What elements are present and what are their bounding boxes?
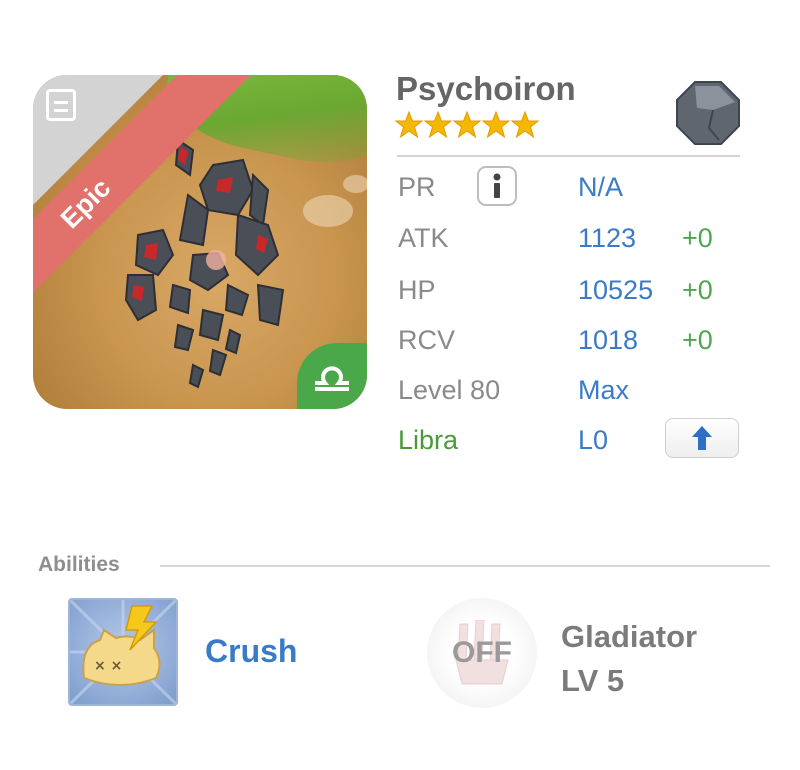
zodiac-label: Libra (398, 425, 459, 455)
rcv-value: 1018 (578, 325, 639, 355)
zodiac-level: L0 (578, 425, 609, 455)
hp-bonus: +0 (682, 275, 713, 305)
stone-element-icon (673, 78, 743, 153)
crush-ability-name[interactable]: Crush (205, 633, 297, 670)
zodiac-upgrade-button[interactable] (665, 418, 739, 458)
level-value: Max (578, 375, 630, 405)
svg-text:× ×: × × (94, 658, 122, 674)
info-icon (493, 173, 501, 198)
rcv-bonus: +0 (682, 325, 713, 355)
abilities-divider (160, 565, 770, 567)
gladiator-ability-level: LV 5 (561, 663, 625, 698)
gladiator-ability-text[interactable]: Gladiator LV 5 (561, 615, 697, 703)
level-label: Level 80 (398, 375, 501, 405)
notes-icon[interactable] (46, 89, 76, 121)
sand-spot (343, 175, 367, 193)
star-icon (394, 110, 424, 139)
info-button[interactable] (477, 166, 517, 206)
libra-icon (315, 366, 349, 391)
gladiator-ability-icon[interactable]: OFF (427, 598, 537, 708)
atk-label: ATK (398, 223, 449, 253)
crush-ability-icon[interactable]: × × (68, 598, 178, 706)
hp-label: HP (398, 275, 436, 305)
libra-badge (297, 343, 367, 409)
hp-value: 10525 (578, 275, 654, 305)
monster-portrait[interactable]: Epic (33, 75, 367, 409)
sand-spot (303, 195, 353, 227)
atk-value: 1123 (578, 223, 637, 253)
pr-value: N/A (578, 172, 624, 202)
crush-icon: × × (70, 600, 176, 704)
arrow-up-icon (692, 426, 712, 450)
rcv-label: RCV (398, 325, 456, 355)
pr-label: PR (398, 172, 436, 202)
star-icon (510, 110, 540, 139)
gladiator-ability-name: Gladiator (561, 619, 698, 654)
atk-bonus: +0 (682, 223, 713, 253)
header-divider (397, 155, 740, 157)
star-icon (423, 110, 453, 139)
abilities-heading: Abilities (38, 553, 120, 576)
star-icon (481, 110, 511, 139)
star-rating (394, 110, 555, 149)
monster-name: Psychoiron (396, 70, 576, 107)
star-icon (452, 110, 482, 139)
ability-status: OFF (452, 636, 512, 669)
